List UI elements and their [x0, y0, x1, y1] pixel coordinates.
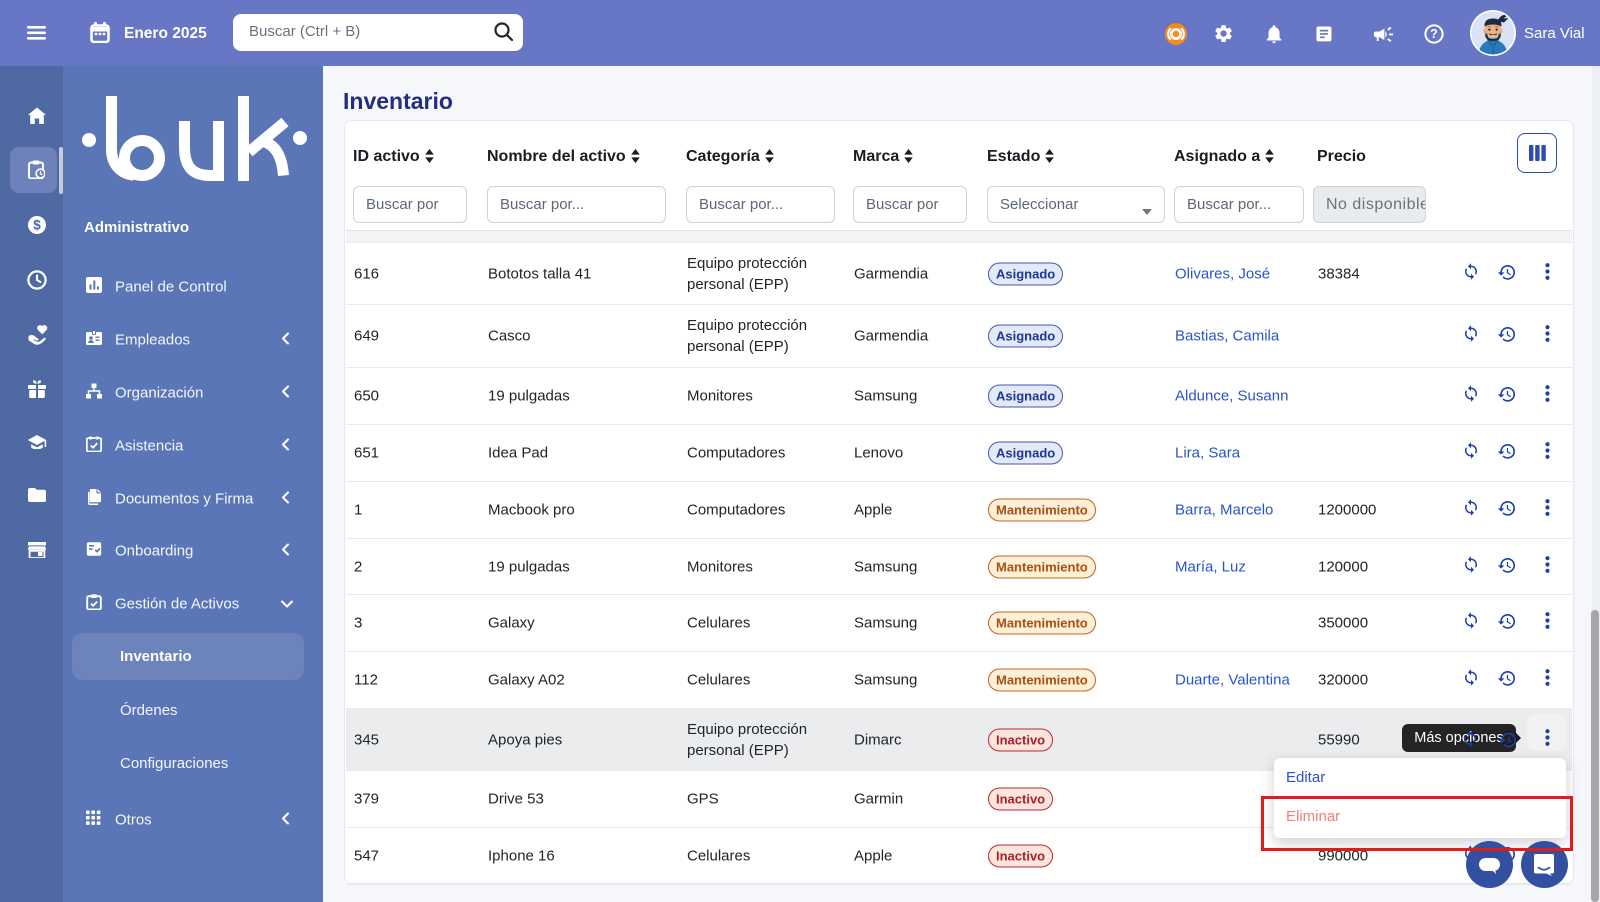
- svg-text:$: $: [33, 218, 41, 233]
- svg-text:?: ?: [1430, 27, 1438, 41]
